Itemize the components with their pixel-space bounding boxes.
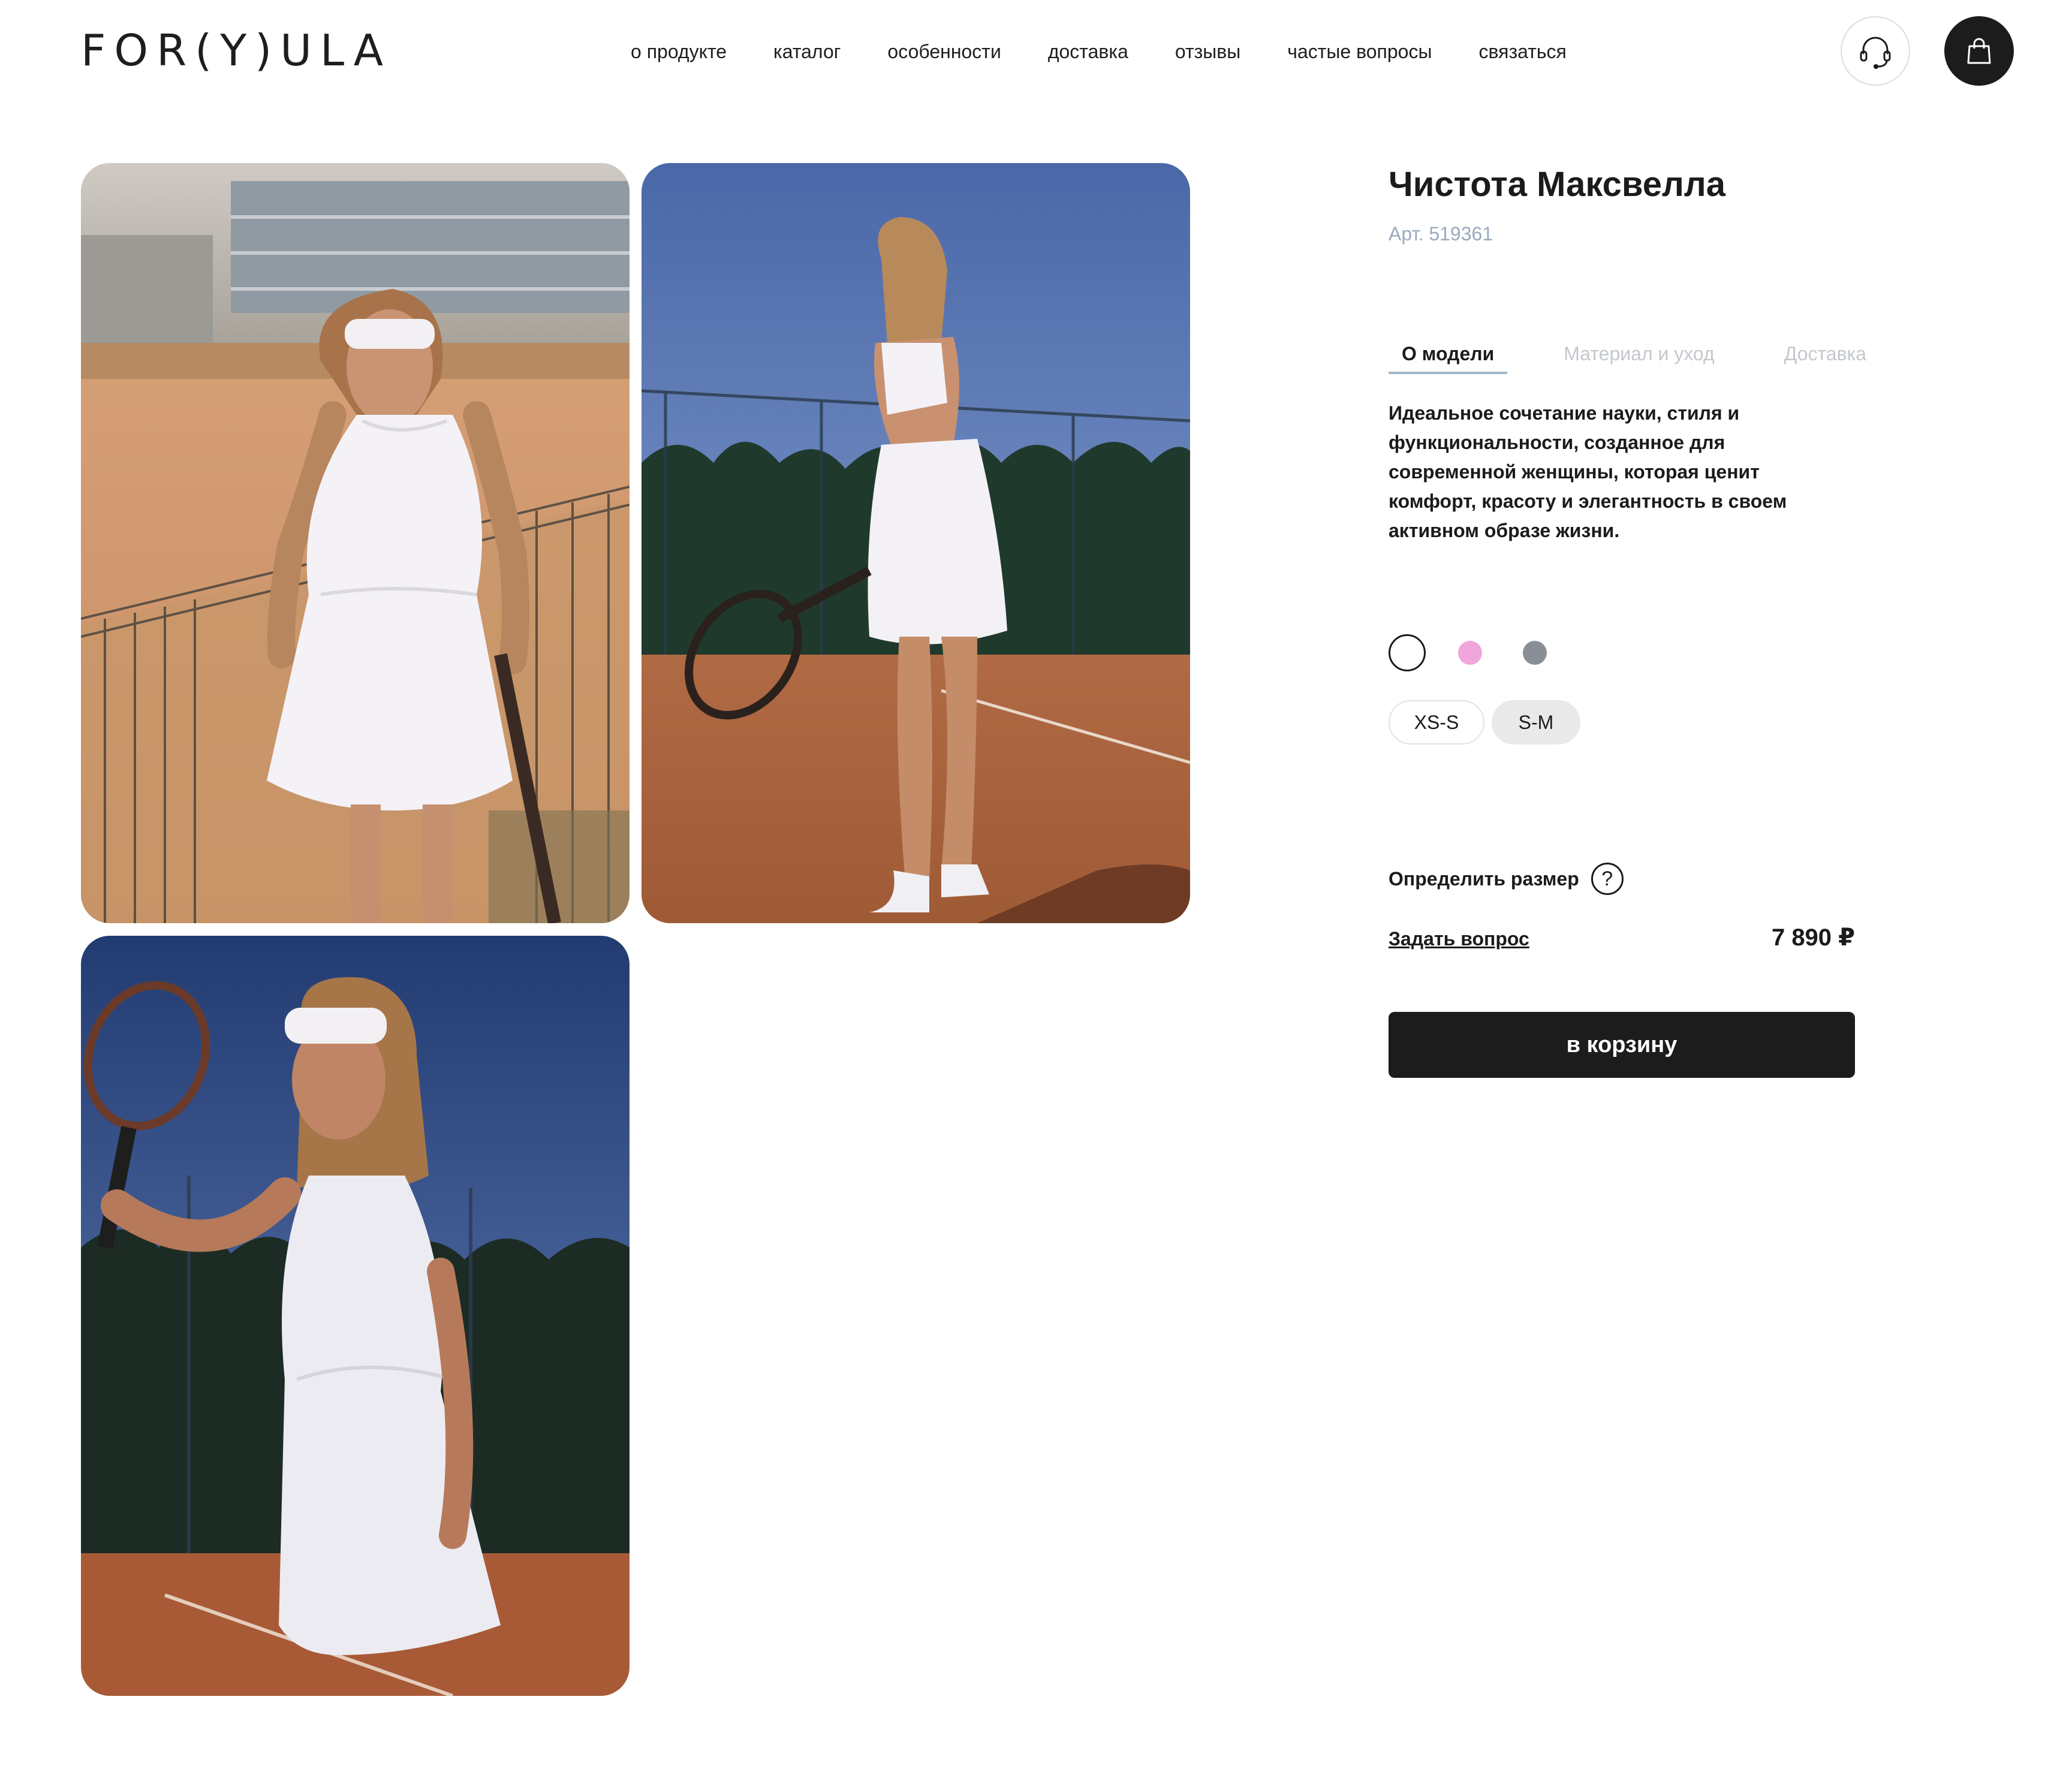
size-help[interactable]: Определить размер ? (1389, 862, 1624, 896)
tennis-dress-back-photo[interactable] (642, 163, 1190, 923)
nav-item-contact[interactable]: связаться (1478, 37, 1566, 66)
tennis-dress-front-photo[interactable] (81, 163, 630, 923)
headset-icon (1860, 37, 1891, 69)
color-swatch-white[interactable] (1389, 634, 1426, 671)
ask-question-link[interactable]: Задать вопрос (1389, 926, 1529, 952)
add-to-cart-button[interactable]: в корзину (1389, 1012, 1855, 1078)
support-button[interactable] (1841, 16, 1910, 86)
cart-button[interactable] (1944, 16, 2014, 86)
product-sku: Арт. 519361 (1389, 223, 1493, 245)
product-price: 7 890 ₽ (1771, 924, 1855, 951)
shopping-bag-icon (1967, 38, 1991, 64)
color-swatch-gray[interactable] (1523, 641, 1547, 665)
nav-item-faq[interactable]: частые вопросы (1287, 37, 1432, 66)
color-swatch-pink[interactable] (1458, 641, 1482, 665)
nav-item-delivery[interactable]: доставка (1048, 37, 1128, 66)
size-option-s-m[interactable]: S-M (1492, 700, 1580, 745)
product-description: Идеальное сочетание науки, стиля и функц… (1389, 402, 1787, 541)
question-icon[interactable]: ? (1591, 863, 1624, 895)
size-option-xs-s[interactable]: XS-S (1389, 700, 1484, 745)
product-title: Чистота Максвелла (1389, 165, 1725, 204)
nav-item-catalog[interactable]: каталог (773, 37, 841, 66)
main-nav: о продукте каталог особенности доставка … (631, 37, 1567, 66)
tab-about-model[interactable]: О модели (1389, 340, 1508, 374)
size-help-label[interactable]: Определить размер (1389, 866, 1579, 892)
product-tabs: О модели Материал и уход Доставка (1389, 340, 1923, 374)
nav-item-features[interactable]: особенности (887, 37, 1001, 66)
tab-material-care[interactable]: Материал и уход (1550, 340, 1727, 374)
tab-delivery[interactable]: Доставка (1771, 340, 1880, 374)
nav-item-reviews[interactable]: отзывы (1175, 37, 1240, 66)
brand-logo[interactable]: FOR(Y)ULA (81, 26, 391, 74)
nav-item-about[interactable]: о продукте (631, 37, 727, 66)
tennis-dress-action-photo[interactable] (81, 936, 630, 1696)
